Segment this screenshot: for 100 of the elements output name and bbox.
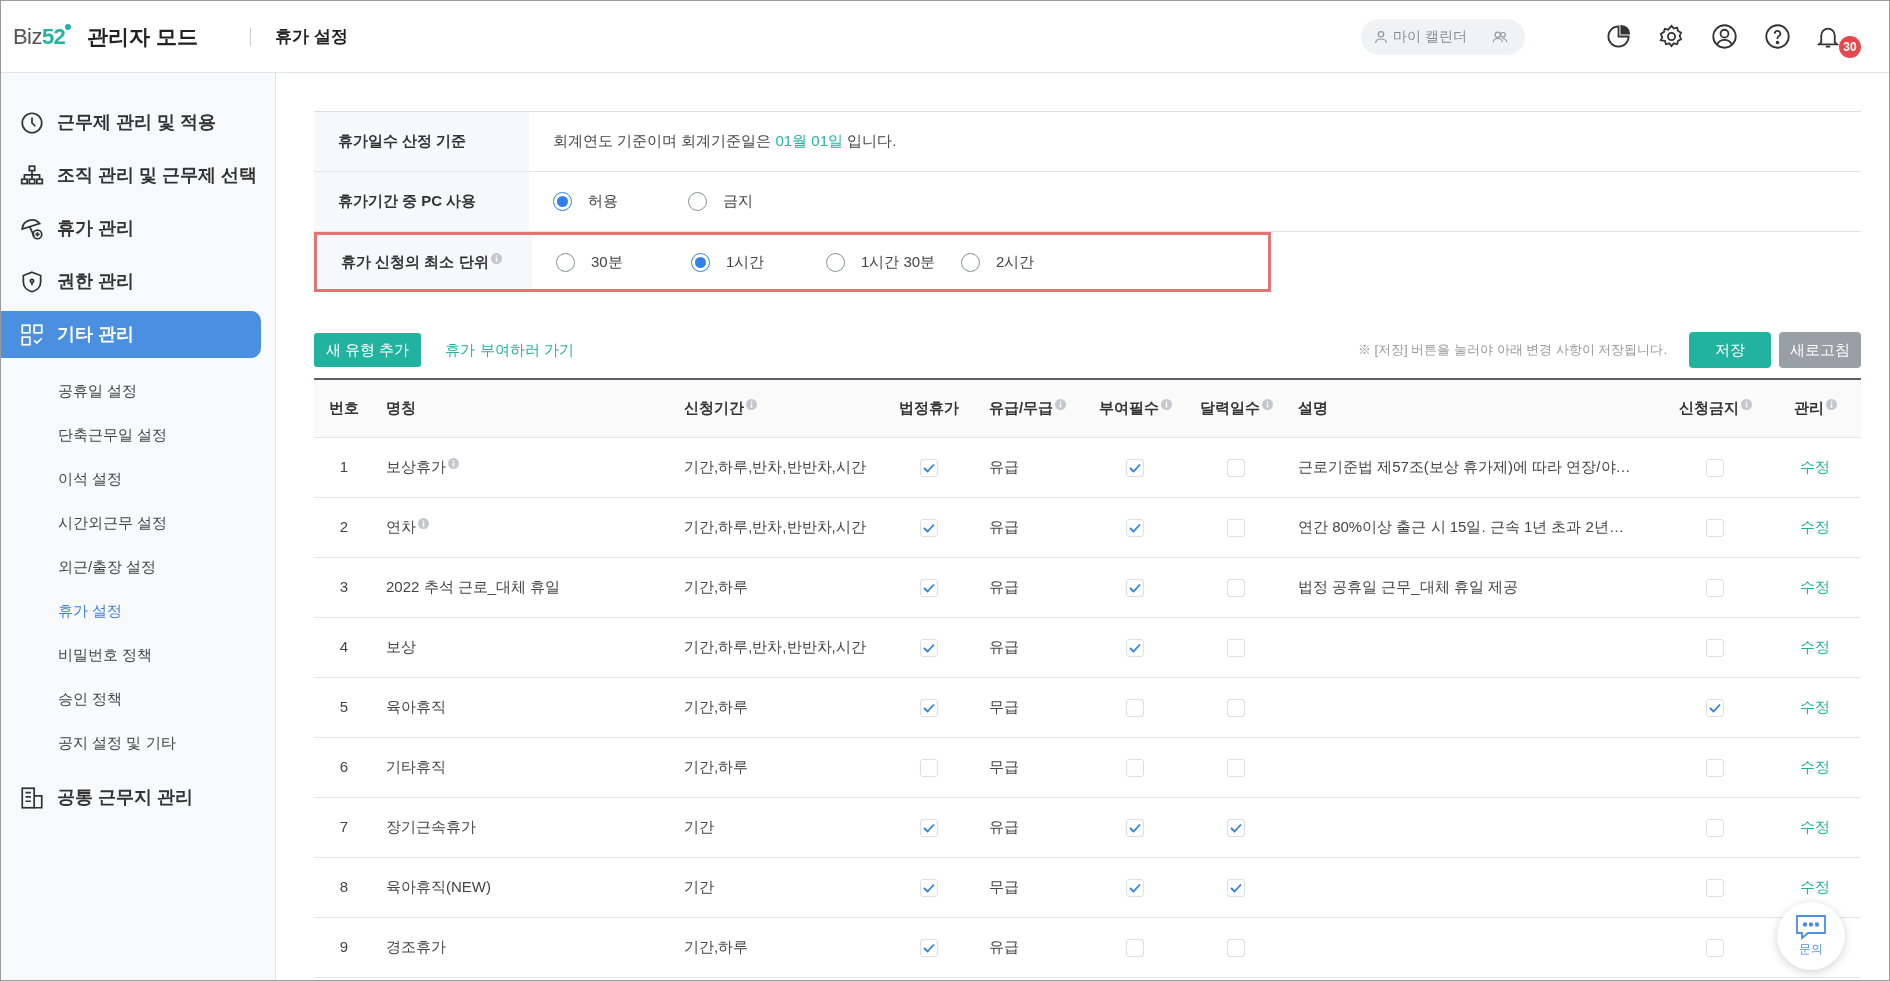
table-cell-text: 법정 공휴일 근무_대체 휴일 제공 <box>1298 577 1518 598</box>
checkbox[interactable] <box>1126 638 1144 657</box>
checkbox[interactable] <box>1126 938 1144 957</box>
info-icon <box>746 399 757 410</box>
checkbox[interactable] <box>920 758 938 777</box>
sidebar-subitem[interactable]: 단축근무일 설정 <box>1 413 275 457</box>
radio-button[interactable] <box>691 252 710 272</box>
sidebar-item[interactable]: 조직 관리 및 근무제 선택 <box>1 152 261 199</box>
checkbox[interactable] <box>1227 878 1245 897</box>
checkbox[interactable] <box>1126 578 1144 597</box>
checkbox[interactable] <box>920 518 938 537</box>
checkbox[interactable] <box>1227 458 1245 477</box>
checkbox[interactable] <box>920 698 938 717</box>
save-notice: ※ [저장] 버튼을 눌러야 아래 변경 사항이 저장됩니다. <box>1357 341 1667 360</box>
radio-button[interactable] <box>961 252 980 272</box>
checkbox[interactable] <box>1706 698 1724 717</box>
settings-icon[interactable] <box>1658 23 1685 50</box>
table-cell-text: 7 <box>339 817 349 838</box>
checkbox[interactable] <box>1706 878 1724 897</box>
table-cell-text: 연차 <box>386 517 416 538</box>
checkbox[interactable] <box>1227 518 1245 537</box>
table-cell-text: 경조휴가 <box>386 937 446 958</box>
checkbox[interactable] <box>1126 458 1144 477</box>
sidebar-subitem[interactable]: 외근/출장 설정 <box>1 545 275 589</box>
checkbox[interactable] <box>1227 758 1245 777</box>
checkbox[interactable] <box>1706 518 1724 537</box>
column-header: 명칭 <box>386 398 416 419</box>
checkbox[interactable] <box>1706 458 1724 477</box>
setting-label: 휴가일수 산정 기준 <box>338 131 467 152</box>
checkmark-icon <box>923 702 935 713</box>
checkbox[interactable] <box>1126 878 1144 897</box>
table-cell-text: 육아휴직 <box>386 697 446 718</box>
checkbox[interactable] <box>1706 818 1724 837</box>
checkbox[interactable] <box>1706 938 1724 957</box>
radio-button[interactable] <box>556 252 575 272</box>
sidebar-item[interactable]: 근무제 관리 및 적용 <box>1 99 261 146</box>
checkbox[interactable] <box>920 458 938 477</box>
radio-label[interactable]: 2시간 <box>996 250 1035 274</box>
inquiry-button[interactable]: 문의 <box>1777 902 1845 970</box>
checkmark-icon <box>923 882 935 893</box>
sidebar-item[interactable]: 권한 관리 <box>1 258 261 305</box>
radio-button[interactable] <box>826 252 845 272</box>
info-icon <box>490 252 502 264</box>
table-cell-text: 장기근속휴가 <box>386 817 476 838</box>
info-icon <box>1261 399 1273 410</box>
checkbox[interactable] <box>1126 758 1144 777</box>
table-cell-text: 8 <box>339 877 349 898</box>
checkbox[interactable] <box>1126 818 1144 837</box>
checkbox[interactable] <box>1706 758 1724 777</box>
checkbox[interactable] <box>1706 578 1724 597</box>
radio-label[interactable]: 1시간 30분 <box>861 250 936 274</box>
checkmark-icon <box>923 522 935 533</box>
sidebar-subitem[interactable]: 시간외근무 설정 <box>1 501 275 545</box>
checkbox[interactable] <box>1227 578 1245 597</box>
checkbox[interactable] <box>920 638 938 657</box>
table-cell-text: 기간,하루,반차,반반차,시간 <box>684 517 866 538</box>
checkmark-icon <box>923 582 935 593</box>
sidebar-subitem[interactable]: 이석 설정 <box>1 457 275 501</box>
table-cell-text: 무급 <box>989 757 1019 778</box>
radio-label[interactable]: 허용 <box>588 190 618 213</box>
sidebar-item[interactable]: 공통 근무지 관리 <box>1 774 261 821</box>
checkbox[interactable] <box>1227 818 1245 837</box>
radio-button[interactable] <box>688 192 707 211</box>
column-header: 법정휴가 <box>899 398 959 419</box>
radio-button[interactable] <box>553 192 572 211</box>
info-icon <box>1160 399 1172 410</box>
setting-label: 휴가 신청의 최소 단위 <box>341 251 489 272</box>
logo[interactable]: Biz52 <box>13 20 74 53</box>
checkbox[interactable] <box>920 878 938 897</box>
table-cell-text: 무급 <box>989 697 1019 718</box>
checkbox[interactable] <box>920 938 938 957</box>
checkmark-icon <box>1129 522 1141 533</box>
checkbox[interactable] <box>1126 518 1144 537</box>
sidebar-subitem[interactable]: 공지 설정 및 기타 <box>1 721 275 765</box>
checkbox[interactable] <box>1227 698 1245 717</box>
account-icon[interactable] <box>1711 23 1738 50</box>
table-cell-text: 5 <box>339 697 349 718</box>
table-cell-text: 기간,하루 <box>684 937 749 958</box>
table-cell-text: 보상휴가 <box>386 457 446 478</box>
checkbox[interactable] <box>920 818 938 837</box>
notification-badge: 30 <box>1839 35 1861 58</box>
checkbox[interactable] <box>1227 938 1245 957</box>
radio-label[interactable]: 30분 <box>591 250 623 274</box>
checkbox[interactable] <box>1126 698 1144 717</box>
pie-chart-icon[interactable] <box>1605 23 1632 50</box>
sidebar-subitem[interactable]: 비밀번호 정책 <box>1 633 275 677</box>
sidebar-subitem[interactable]: 공휴일 설정 <box>1 369 275 413</box>
help-icon[interactable] <box>1764 23 1791 50</box>
checkbox[interactable] <box>1227 638 1245 657</box>
radio-label[interactable]: 금지 <box>723 190 753 213</box>
info-icon <box>1825 399 1837 410</box>
radio-label[interactable]: 1시간 <box>726 250 765 274</box>
table-cell-text: 기간,하루 <box>684 697 749 718</box>
checkbox[interactable] <box>920 578 938 597</box>
sidebar-item[interactable]: 휴가 관리 <box>1 205 261 252</box>
sidebar-subitem[interactable]: 승인 정책 <box>1 677 275 721</box>
checkbox[interactable] <box>1706 638 1724 657</box>
table-cell-text: 2022 추석 근로_대체 휴일 <box>386 577 561 598</box>
column-header: 번호 <box>329 398 359 419</box>
sidebar-subitem[interactable]: 휴가 설정 <box>1 589 275 633</box>
